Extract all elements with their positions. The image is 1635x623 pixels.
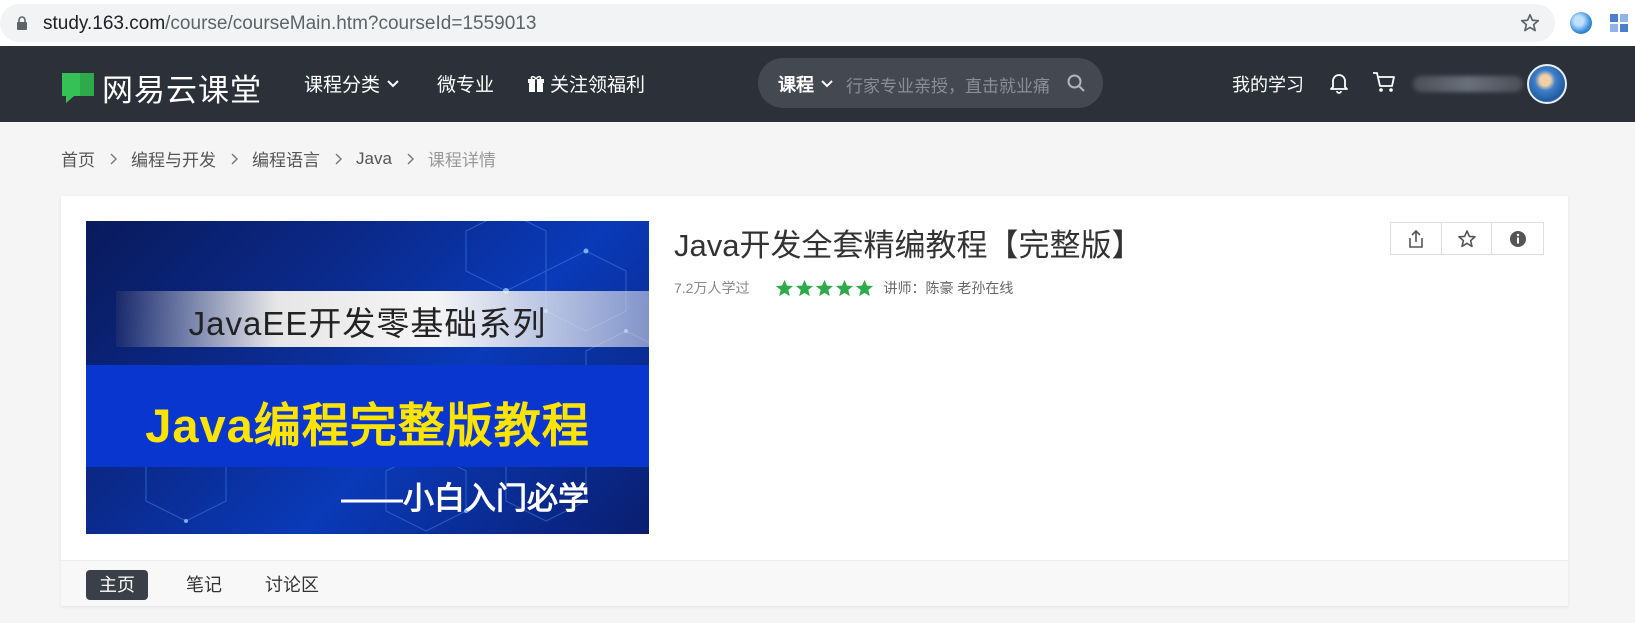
breadcrumb-item-programming[interactable]: 编程与开发: [131, 146, 216, 171]
course-cover-image[interactable]: JavaEE开发零基础系列 Java编程完整版教程 ——小白入门必学: [86, 221, 649, 534]
nav-micro-major-label: 微专业: [437, 75, 495, 96]
nav-course-category[interactable]: 课程分类: [304, 70, 400, 97]
search-box: 课程 行家专业亲授，直击就业痛: [758, 58, 1103, 108]
star-outline-icon: [1457, 229, 1476, 247]
teacher-name[interactable]: 陈豪 老孙在线: [925, 278, 1013, 298]
chevron-right-icon: [231, 153, 238, 164]
bell-icon[interactable]: [1327, 70, 1351, 94]
browser-toolbar: study.163.com/course/courseMain.htm?cour…: [0, 0, 1635, 46]
logo-text: 网易云课堂: [102, 73, 262, 108]
breadcrumb-item-java[interactable]: Java: [356, 149, 392, 169]
cover-subtitle: JavaEE开发零基础系列: [188, 305, 547, 342]
chevron-right-icon: [407, 153, 414, 164]
share-icon: [1409, 229, 1423, 248]
chevron-right-icon: [110, 153, 117, 164]
course-tab-bar: 主页 笔记 讨论区: [61, 560, 1568, 606]
nav-follow-benefit-label: 关注领福利: [550, 75, 646, 96]
rating-stars: [775, 279, 875, 298]
username-blurred[interactable]: [1413, 76, 1523, 92]
star-icon: [836, 279, 854, 296]
info-icon: [1509, 230, 1526, 247]
star-icon: [796, 279, 814, 296]
cover-title: Java编程完整版教程: [145, 399, 590, 452]
logo-chat-icon: [62, 72, 94, 103]
nav-course-category-label: 课程分类: [304, 75, 381, 96]
course-title: Java开发全套精编教程【完整版】: [674, 228, 1143, 263]
cart-icon[interactable]: [1371, 70, 1397, 94]
favorite-button[interactable]: [1442, 223, 1493, 254]
nav-follow-benefit[interactable]: 关注领福利: [527, 70, 645, 97]
chevron-down-icon: [387, 79, 399, 87]
teacher-label: 讲师：: [883, 280, 926, 296]
course-actions: [1390, 222, 1544, 255]
gift-icon: [528, 75, 544, 92]
breadcrumb-item-home[interactable]: 首页: [61, 146, 95, 171]
url-text[interactable]: study.163.com/course/courseMain.htm?cour…: [43, 13, 536, 35]
extension-icon[interactable]: [1570, 12, 1592, 34]
tab-home[interactable]: 主页: [86, 570, 148, 600]
site-header: 网易云课堂 课程分类 微专业 关注领福利 课程 行家专业亲授，直击就业痛 我的学…: [0, 46, 1635, 122]
address-bar[interactable]: study.163.com/course/courseMain.htm?cour…: [0, 4, 1555, 42]
cover-tagline: ——小白入门必学: [341, 481, 589, 516]
star-icon: [816, 279, 834, 296]
search-icon[interactable]: [1066, 73, 1086, 93]
avatar[interactable]: [1527, 64, 1567, 104]
site-logo[interactable]: 网易云课堂: [60, 65, 262, 110]
share-button[interactable]: [1391, 223, 1442, 254]
url-host: study.163.com: [43, 13, 166, 34]
url-path: /course/courseMain.htm?courseId=1559013: [165, 13, 537, 34]
course-meta: 7.2万人学过 讲师： 陈豪 老孙在线: [674, 278, 1013, 298]
chevron-right-icon: [335, 153, 342, 164]
info-button[interactable]: [1492, 223, 1543, 254]
search-type-dropdown[interactable]: 课程: [778, 71, 834, 97]
chevron-down-icon: [821, 80, 833, 88]
search-type-label: 课程: [778, 75, 814, 95]
extension-grid-icon[interactable]: [1608, 12, 1630, 34]
tab-notes[interactable]: 笔记: [173, 570, 235, 600]
breadcrumb-item-languages[interactable]: 编程语言: [252, 146, 320, 171]
breadcrumb-current: 课程详情: [427, 151, 496, 170]
course-card: JavaEE开发零基础系列 Java编程完整版教程 ——小白入门必学 Java开…: [61, 196, 1568, 606]
breadcrumb: 首页 编程与开发 编程语言 Java 课程详情: [61, 146, 496, 171]
learner-count: 7.2万人学过: [674, 280, 750, 296]
nav-micro-major[interactable]: 微专业: [437, 70, 494, 97]
star-icon: [776, 279, 794, 296]
my-learning-link[interactable]: 我的学习: [1232, 71, 1304, 97]
bookmark-star-icon[interactable]: [1519, 12, 1541, 34]
tab-discussion[interactable]: 讨论区: [252, 570, 332, 600]
star-icon: [856, 279, 874, 296]
search-input[interactable]: 行家专业亲授，直击就业痛: [846, 72, 1076, 97]
lock-icon: [17, 16, 27, 30]
